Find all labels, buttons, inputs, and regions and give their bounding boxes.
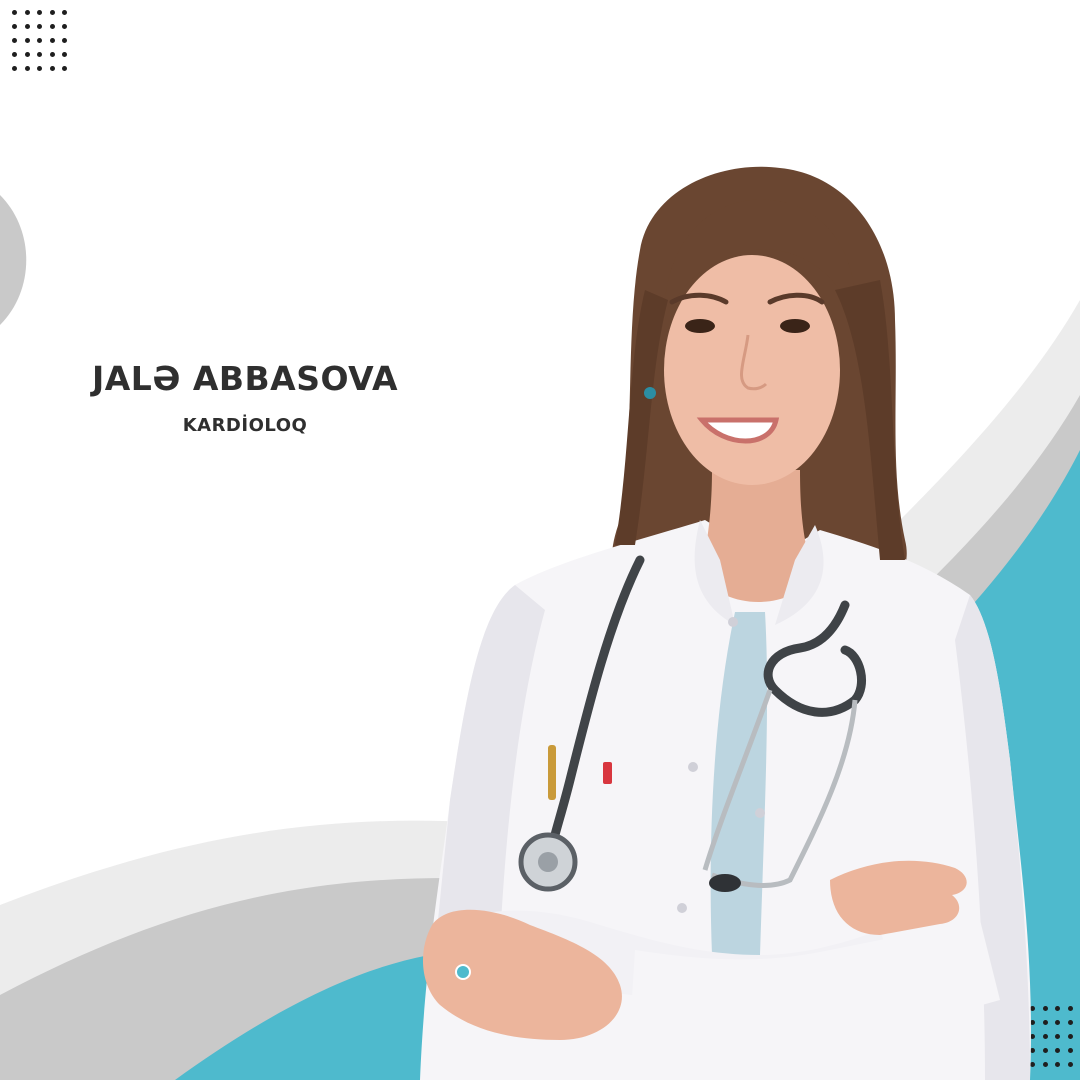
stethoscope-eartips: [709, 874, 741, 892]
pocket-pen: [548, 745, 556, 800]
ring: [455, 964, 471, 980]
coat-button-3: [755, 808, 765, 818]
pocket-tag: [603, 762, 612, 784]
eye-left: [685, 319, 715, 333]
stethoscope-chestpiece-center: [538, 852, 558, 872]
coat-button-4: [677, 903, 687, 913]
coat-button-2: [688, 762, 698, 772]
face: [664, 255, 840, 485]
doctor-profile-card: JALƏ ABBASOVA KARDİOLOQ: [0, 0, 1080, 1080]
coat-button-1: [728, 617, 738, 627]
earring: [644, 387, 656, 399]
eye-right: [780, 319, 810, 333]
doctor-photo: [420, 166, 1031, 1080]
